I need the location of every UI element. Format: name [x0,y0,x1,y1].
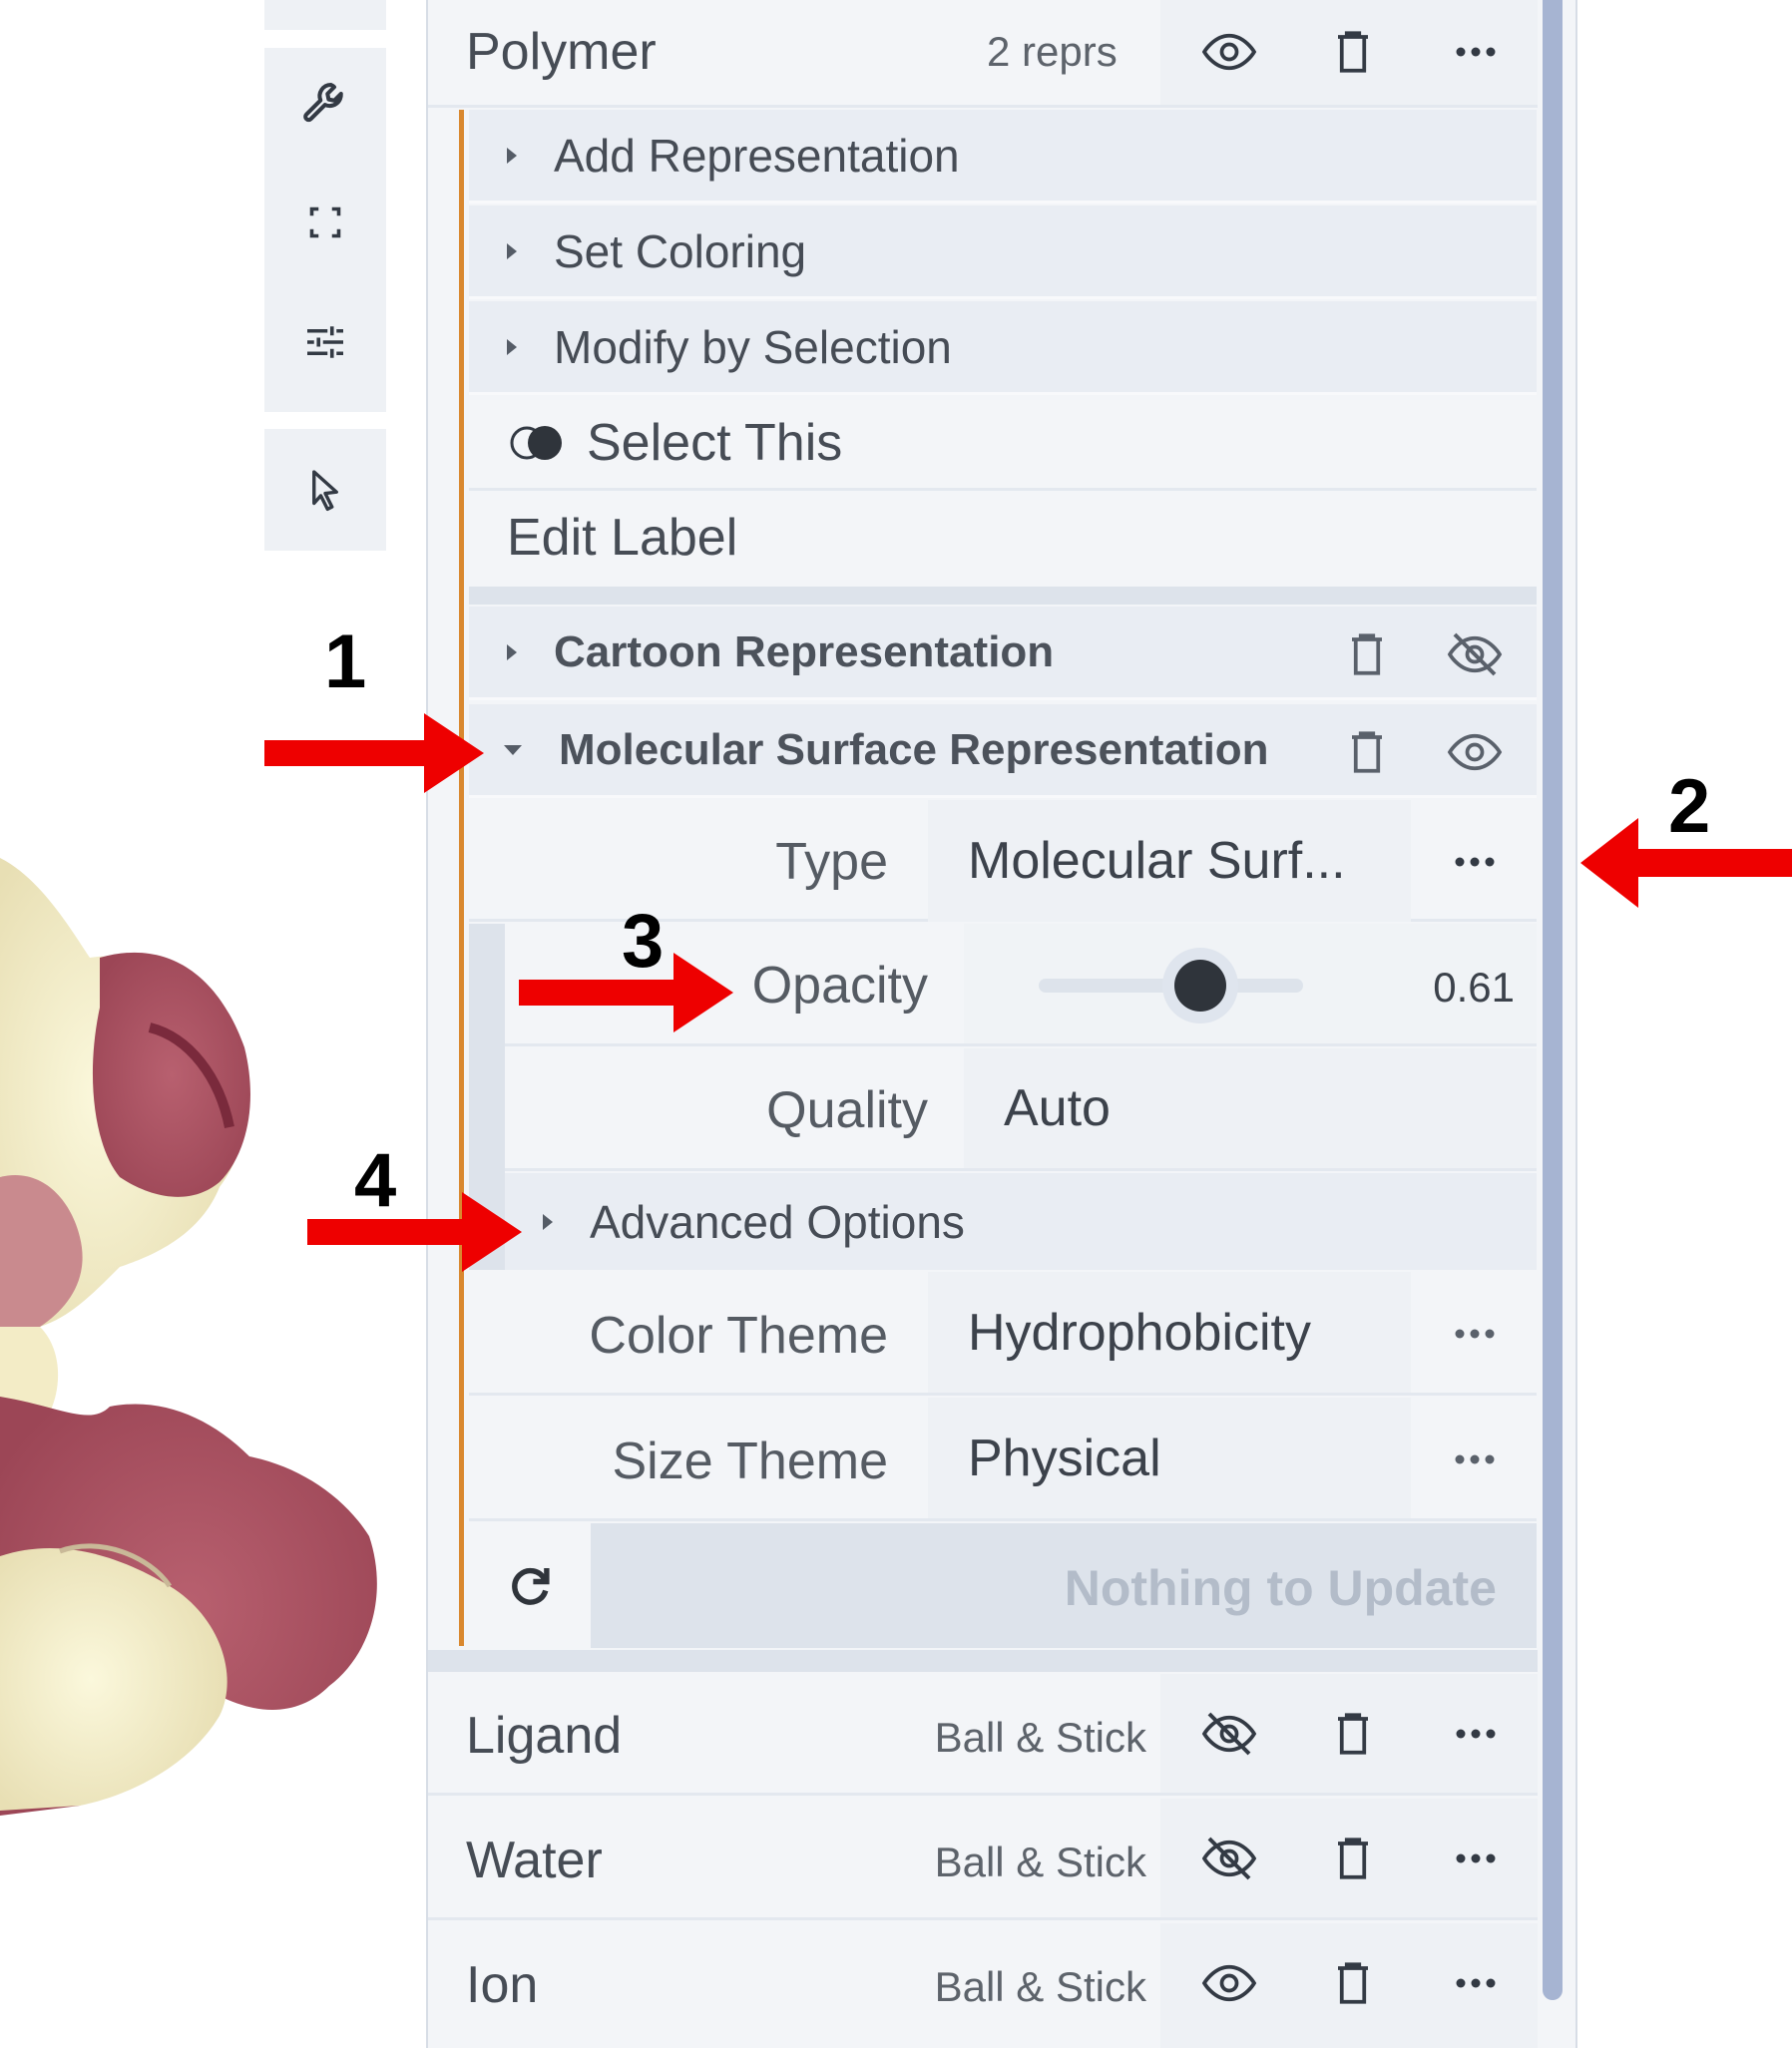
cartoon-representation-row[interactable]: Cartoon Representation [469,607,1537,700]
quality-select[interactable]: Auto [964,1048,1537,1168]
eye-off-icon[interactable] [1184,1702,1274,1766]
trash-icon[interactable] [1327,720,1407,784]
eye-icon[interactable] [1184,1951,1274,2015]
surface-representation-row[interactable]: Molecular Surface Representation [469,704,1537,798]
more-icon[interactable] [1435,1302,1515,1366]
quality-param-row: Quality Auto [505,1048,1537,1171]
add-representation-item[interactable]: Add Representation [469,110,1537,204]
size-theme-row: Size Theme Physical [469,1398,1537,1521]
update-button[interactable]: Nothing to Update [591,1559,1497,1617]
refresh-icon [512,1567,550,1605]
opacity-slider-thumb[interactable] [1161,948,1238,1024]
annotation-arrow-1 [264,713,484,793]
polymer-accent-line [459,110,464,1646]
polymer-label: Polymer [466,23,657,81]
more-icon[interactable] [1431,20,1521,84]
trash-icon[interactable] [1308,1827,1398,1890]
toolbar-top-block [264,0,386,30]
update-row: Nothing to Update [469,1523,1537,1648]
size-theme-select[interactable]: Physical [928,1398,1411,1518]
opacity-control: 0.61 [964,924,1537,1043]
more-icon[interactable] [1431,1702,1521,1766]
trash-icon[interactable] [1308,1951,1398,2015]
component-row-water[interactable]: Water Ball & Stick [428,1799,1538,1920]
advanced-options-row[interactable]: Advanced Options [505,1173,1537,1270]
caret-right-icon [543,1213,553,1230]
panel-scrollbar[interactable] [1543,0,1563,2000]
toolbar-tools-block [264,48,386,412]
annotation-arrow-4 [307,1192,522,1272]
annotation-arrow-3 [519,953,733,1032]
eye-off-icon[interactable] [1435,622,1515,686]
component-row-ligand[interactable]: Ligand Ball & Stick [428,1674,1538,1796]
eye-off-icon[interactable] [1184,1827,1274,1890]
wrench-icon[interactable] [264,48,386,158]
caret-down-icon [504,744,522,755]
trash-icon[interactable] [1308,1702,1398,1766]
color-theme-row: Color Theme Hydrophobicity [469,1272,1537,1396]
refresh-button[interactable] [469,1523,591,1648]
edit-label-item[interactable]: Edit Label [469,493,1537,583]
select-this-item[interactable]: Select This [469,397,1537,491]
caret-right-icon [507,643,517,660]
more-icon[interactable] [1431,1827,1521,1890]
more-icon[interactable] [1435,830,1515,894]
toggle-icon [510,425,562,460]
caret-right-icon [507,242,517,259]
cursor-icon[interactable] [264,435,386,545]
type-select[interactable]: Molecular Surf... [928,800,1411,922]
fullscreen-icon[interactable] [264,168,386,277]
caret-right-icon [507,338,517,355]
polymer-bottom-divider [428,1650,1538,1672]
eye-icon[interactable] [1184,20,1274,84]
set-coloring-item[interactable]: Set Coloring [469,205,1537,299]
polymer-header[interactable]: Polymer 2 reprs [428,0,1538,108]
trash-icon[interactable] [1327,622,1407,686]
component-row-ion[interactable]: Ion Ball & Stick [428,1923,1538,2048]
more-icon[interactable] [1431,1951,1521,2015]
toolbar-select-block [264,429,386,551]
trash-icon[interactable] [1308,20,1398,84]
opacity-slider-track[interactable] [1039,948,1303,1024]
surface-red-upper [92,952,250,1197]
eye-icon[interactable] [1435,720,1515,784]
sliders-icon[interactable] [264,287,386,397]
modify-by-selection-item[interactable]: Modify by Selection [469,301,1537,395]
annotation-arrow-2 [1580,818,1792,908]
section-divider [469,587,1537,605]
opacity-value: 0.61 [1433,964,1515,1011]
annotation-1: 1 [324,619,367,704]
more-icon[interactable] [1435,1428,1515,1491]
color-theme-select[interactable]: Hydrophobicity [928,1272,1411,1393]
caret-right-icon [507,147,517,164]
